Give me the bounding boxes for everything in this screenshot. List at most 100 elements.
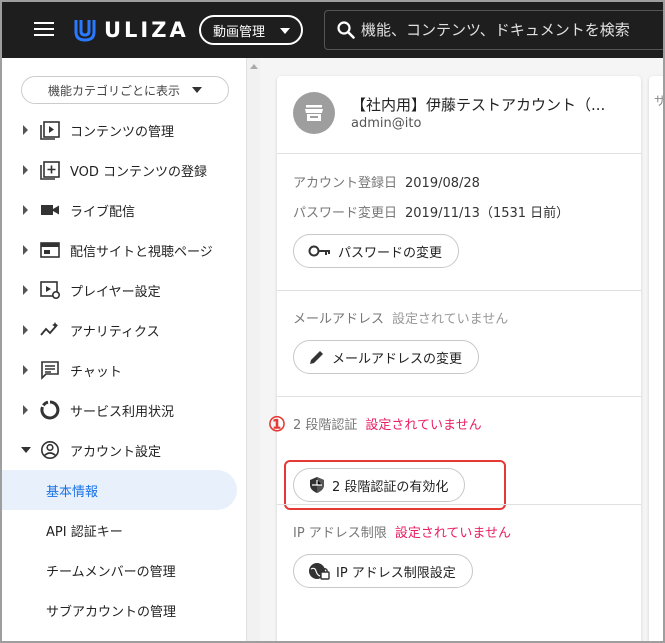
category-view-button[interactable]: 機能カテゴリごとに表示 <box>21 76 229 104</box>
sidebar-item-label: コンテンツの管理 <box>70 124 175 140</box>
sidebar-item-account[interactable]: アカウント設定 <box>2 430 238 470</box>
brand-name: ULIZA <box>104 18 189 42</box>
sidebar-subitem-label: 基本情報 <box>46 484 99 500</box>
search-box[interactable] <box>324 10 663 50</box>
chat-icon <box>41 361 59 380</box>
twofa-status: 設定されていません <box>365 418 482 433</box>
change-password-label: パスワードの変更 <box>338 245 443 261</box>
sidebar-item-live[interactable]: ライブ配信 <box>2 190 238 230</box>
category-view-label: 機能カテゴリごとに表示 <box>48 83 181 98</box>
password-changed-label: パスワード変更日 <box>293 206 398 221</box>
expand-caret-icon <box>23 125 28 135</box>
main-content: 【社内用】伊藤テストアカウント（... admin@ito アカウント登録日 20… <box>260 58 665 641</box>
twofa-row: 2 段階認証 設定されていません <box>293 414 482 433</box>
enable-twofa-label: 2 段階認証の有効化 <box>332 479 449 495</box>
key-icon <box>308 245 330 257</box>
sidebar-item-label: アナリティクス <box>70 324 160 340</box>
secondary-card-title: サ <box>654 94 665 108</box>
sidebar-subitem-label: チームメンバーの管理 <box>46 564 176 580</box>
email-row: メールアドレス 設定されていません <box>293 308 508 327</box>
donut-chart-icon <box>40 400 60 420</box>
divider <box>277 153 641 154</box>
player-settings-icon <box>40 281 61 300</box>
sidebar-item-label: VOD コンテンツの登録 <box>70 164 208 180</box>
divider <box>277 396 641 397</box>
mode-select[interactable]: 動画管理 <box>199 15 303 45</box>
pencil-icon <box>310 351 323 364</box>
email-status: 設定されていません <box>392 312 509 327</box>
play-square-icon <box>40 121 60 140</box>
ip-restriction-status: 設定されていません <box>394 526 512 541</box>
sidebar-subitem-basic-info[interactable]: 基本情報 <box>2 470 237 510</box>
sidebar-subitem-api-keys[interactable]: API 認証キー <box>2 510 238 550</box>
search-icon <box>337 21 355 39</box>
account-avatar <box>293 92 335 134</box>
account-info-card: 【社内用】伊藤テストアカウント（... admin@ito アカウント登録日 20… <box>268 76 641 641</box>
change-password-button[interactable]: パスワードの変更 <box>293 234 460 268</box>
expand-caret-icon <box>23 365 28 375</box>
change-email-button[interactable]: メールアドレスの変更 <box>293 340 480 374</box>
registered-date-value: 2019/08/28 <box>405 176 480 191</box>
search-input[interactable] <box>361 21 661 39</box>
expand-caret-icon <box>23 165 28 175</box>
expand-caret-icon <box>23 405 28 415</box>
sidebar-item-chat[interactable]: チャット <box>2 350 238 390</box>
sidebar-subitem-label: サブアカウントの管理 <box>46 604 177 620</box>
sidebar-item-sites[interactable]: 配信サイトと視聴ページ <box>2 230 238 270</box>
divider <box>277 504 641 505</box>
account-name: 【社内用】伊藤テストアカウント（... <box>351 96 606 114</box>
top-header: ULIZA 動画管理 <box>2 2 663 58</box>
ip-restriction-label: IP アドレス制限 <box>293 526 387 541</box>
analytics-icon <box>40 322 58 336</box>
scroll-up-arrow-icon[interactable] <box>250 64 258 69</box>
expand-caret-icon <box>23 245 28 255</box>
sidebar-item-contents[interactable]: コンテンツの管理 <box>2 110 238 150</box>
sidebar: 機能カテゴリごとに表示 コンテンツの管理 VOD コンテンツの登録 ライブ配信 … <box>2 58 246 641</box>
shield-icon <box>310 477 324 493</box>
divider <box>277 290 641 291</box>
ip-restriction-button-label: IP アドレス制限設定 <box>336 565 456 581</box>
collapse-caret-icon <box>21 447 31 453</box>
store-icon <box>305 105 323 121</box>
sidebar-item-player[interactable]: プレイヤー設定 <box>2 270 238 310</box>
sidebar-scrollbar[interactable] <box>246 58 260 641</box>
change-email-label: メールアドレスの変更 <box>332 351 463 367</box>
mode-select-label: 動画管理 <box>213 24 266 40</box>
enable-twofa-button[interactable]: 2 段階認証の有効化 <box>293 468 466 502</box>
sidebar-item-vod-register[interactable]: VOD コンテンツの登録 <box>2 150 238 190</box>
globe-lock-icon <box>309 563 330 580</box>
sidebar-item-label: アカウント設定 <box>70 444 162 460</box>
add-box-icon <box>40 161 60 180</box>
ip-restriction-button[interactable]: IP アドレス制限設定 <box>293 554 473 588</box>
expand-caret-icon <box>23 205 28 215</box>
browser-window-icon <box>40 242 60 258</box>
ip-restriction-row: IP アドレス制限 設定されていません <box>293 522 511 541</box>
uliza-logo-icon <box>74 20 96 42</box>
email-label: メールアドレス <box>293 312 385 327</box>
sidebar-item-analytics[interactable]: アナリティクス <box>2 310 238 350</box>
sidebar-item-label: プレイヤー設定 <box>70 284 161 300</box>
brand-logo[interactable]: ULIZA <box>74 16 189 44</box>
sidebar-item-label: ライブ配信 <box>70 204 136 220</box>
sidebar-subitem-team-members[interactable]: チームメンバーの管理 <box>2 550 238 590</box>
registered-date-label: アカウント登録日 <box>293 176 398 191</box>
account-id: admin@ito <box>351 116 422 131</box>
chevron-down-icon <box>280 28 290 34</box>
video-camera-icon <box>41 205 59 215</box>
expand-caret-icon <box>23 285 28 295</box>
sidebar-item-label: 配信サイトと視聴ページ <box>70 244 213 260</box>
sidebar-item-usage[interactable]: サービス利用状況 <box>2 390 238 430</box>
sidebar-subitem-label: API 認証キー <box>46 524 123 540</box>
twofa-label: 2 段階認証 <box>293 418 358 433</box>
sidebar-subitem-sub-accounts[interactable]: サブアカウントの管理 <box>2 590 238 630</box>
sidebar-item-label: チャット <box>70 364 122 380</box>
registered-date-row: アカウント登録日 2019/08/28 <box>293 172 480 191</box>
chevron-down-icon <box>192 87 202 93</box>
password-changed-value: 2019/11/13（1531 日前） <box>405 206 570 221</box>
menu-icon[interactable] <box>34 22 54 38</box>
secondary-card-peek: サ <box>649 76 665 641</box>
expand-caret-icon <box>23 325 28 335</box>
password-changed-row: パスワード変更日 2019/11/13（1531 日前） <box>293 202 569 221</box>
step-number-badge: ① <box>268 412 286 436</box>
account-circle-icon <box>41 441 59 459</box>
